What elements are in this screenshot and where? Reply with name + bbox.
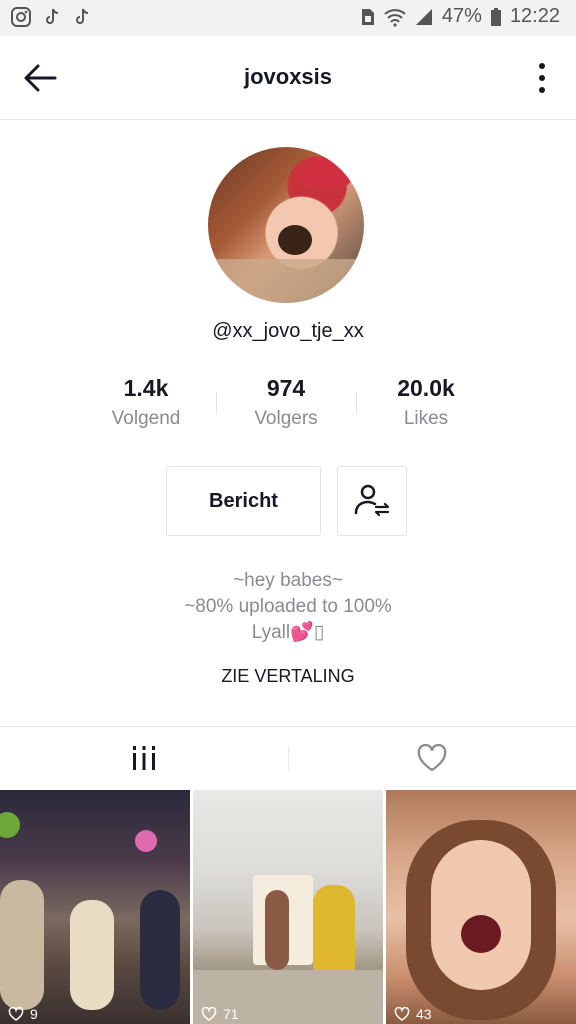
video-thumbnail[interactable]: 71: [193, 790, 383, 1024]
status-bar-system: 47% 12:22: [360, 5, 560, 28]
video-grid: 9 71 43: [0, 790, 576, 1024]
stat-label: Volgend: [111, 408, 181, 429]
stat-followers[interactable]: 974 Volgers: [216, 372, 356, 442]
stat-likes[interactable]: 20.0k Likes: [356, 372, 496, 442]
wifi-icon: [384, 7, 406, 27]
like-count: 71: [201, 1006, 239, 1022]
video-thumbnail[interactable]: 9: [0, 790, 190, 1024]
like-count: 9: [8, 1006, 38, 1022]
instagram-icon: [10, 6, 32, 28]
profile-bio: ~hey babes~ ~80% uploaded to 100% Lyall💕…: [0, 568, 576, 646]
signal-icon: [414, 7, 434, 27]
message-button[interactable]: Bericht: [166, 466, 321, 536]
profile-tabs: [0, 726, 576, 790]
stat-value: 20.0k: [397, 375, 455, 401]
stat-following[interactable]: 1.4k Volgend: [76, 372, 216, 442]
tiktok-icon: [44, 7, 62, 27]
battery-percentage: 47%: [441, 5, 482, 27]
profile-handle: @xx_jovo_tje_xx: [212, 320, 364, 342]
see-translation-link[interactable]: ZIE VERTALING: [0, 666, 576, 687]
heart-outline-icon: [8, 1007, 24, 1021]
clock: 12:22: [509, 5, 560, 27]
like-count-value: 71: [223, 1006, 239, 1022]
page-title: jovoxsis: [243, 64, 333, 89]
heart-outline-icon: [394, 1007, 410, 1021]
like-count-value: 43: [416, 1006, 432, 1022]
profile-stats: 1.4k Volgend 974 Volgers 20.0k Likes: [76, 372, 496, 442]
stat-value: 974: [266, 375, 306, 401]
status-bar-notifications: [10, 6, 92, 28]
like-count-value: 9: [30, 1006, 38, 1022]
heart-outline-icon: [201, 1007, 217, 1021]
battery-icon: [490, 7, 502, 27]
follow-toggle-button[interactable]: [337, 466, 407, 536]
profile-header: jovoxsis: [0, 36, 576, 120]
status-bar: 47% 12:22: [0, 0, 576, 36]
stat-label: Likes: [403, 408, 449, 429]
tab-liked[interactable]: [288, 727, 576, 789]
tab-videos[interactable]: [0, 727, 288, 789]
avatar[interactable]: [208, 147, 364, 303]
user-swap-icon: [354, 484, 390, 517]
heart-icon: [417, 744, 447, 772]
bio-line: Lyall💕▯: [251, 622, 325, 643]
more-options-button[interactable]: [536, 60, 548, 96]
video-thumbnail[interactable]: 43: [386, 790, 576, 1024]
bio-line: ~80% uploaded to 100%: [184, 596, 392, 617]
stat-value: 1.4k: [123, 375, 169, 401]
more-vertical-icon: [539, 63, 545, 69]
like-count: 43: [394, 1006, 432, 1022]
grid-bars-icon: [133, 746, 155, 770]
sim-icon: [360, 7, 376, 27]
bio-line: ~hey babes~: [233, 570, 343, 591]
tiktok-icon: [74, 7, 92, 27]
stat-label: Volgers: [254, 408, 318, 429]
